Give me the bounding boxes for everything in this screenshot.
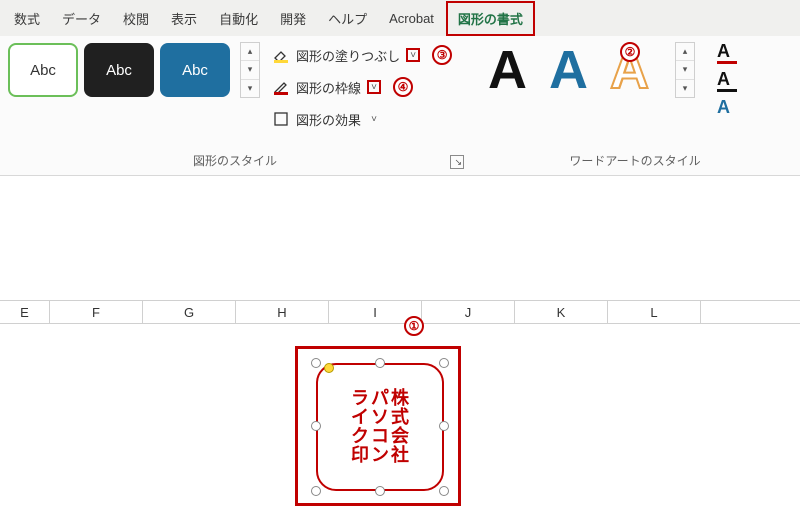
- col-header-l[interactable]: L: [608, 301, 701, 323]
- col-header-f[interactable]: F: [50, 301, 143, 323]
- resize-handle-sw[interactable]: [311, 486, 321, 496]
- wordart-style-more[interactable]: ▴ ▾ ▾: [675, 42, 695, 98]
- text-format-stack: A A A: [709, 42, 737, 120]
- tab-automate[interactable]: 自動化: [209, 3, 268, 34]
- cmd-shape-effects-label: 図形の効果: [296, 110, 361, 129]
- pencil-outline-icon: [272, 78, 290, 96]
- cmd-shape-outline[interactable]: 図形の枠線 ˅ ④: [272, 74, 452, 100]
- annotation-4: ④: [393, 77, 413, 97]
- group-wordart-styles-label: ワードアートのスタイル: [478, 148, 792, 175]
- shape-style-3[interactable]: Abc: [160, 43, 230, 97]
- ribbon: Abc Abc Abc ▴ ▾ ▾ 図形の塗りつぶし ˅ ③: [0, 36, 800, 176]
- wordart-style-2[interactable]: A: [549, 43, 588, 97]
- resize-handle-n[interactable]: [375, 358, 385, 368]
- wordart-gallery: A A A ▴ ▾ ▾: [478, 42, 705, 98]
- col-header-h[interactable]: H: [236, 301, 329, 323]
- tab-acrobat[interactable]: Acrobat: [379, 5, 444, 32]
- hanko-col-1: 株 式 会 社: [391, 389, 409, 465]
- resize-handle-w[interactable]: [311, 421, 321, 431]
- hanko-col-2: パ ソ コ ン: [371, 389, 389, 465]
- group-shape-styles: Abc Abc Abc ▴ ▾ ▾ 図形の塗りつぶし ˅ ③: [0, 36, 470, 175]
- col-header-j[interactable]: J: [422, 301, 515, 323]
- effects-icon: [272, 110, 290, 128]
- cmd-shape-fill-dropdown[interactable]: ˅: [406, 48, 420, 62]
- chevron-down-icon[interactable]: ▾: [241, 61, 259, 79]
- rotate-handle[interactable]: [324, 363, 334, 373]
- chevron-down-icon[interactable]: ▾: [676, 61, 694, 79]
- tab-help[interactable]: ヘルプ: [318, 3, 377, 34]
- wordart-style-1[interactable]: A: [488, 43, 527, 97]
- shape-format-commands: 図形の塗りつぶし ˅ ③ 図形の枠線 ˅ ④ 図形の効果: [264, 42, 452, 132]
- cmd-shape-outline-label: 図形の枠線: [296, 78, 361, 97]
- resize-handle-s[interactable]: [375, 486, 385, 496]
- column-headers: E F G H I J K L: [0, 300, 800, 324]
- cmd-shape-outline-dropdown[interactable]: ˅: [367, 80, 381, 94]
- resize-handle-nw[interactable]: [311, 358, 321, 368]
- annotation-3: ③: [432, 45, 452, 65]
- col-header-e[interactable]: E: [0, 301, 50, 323]
- cmd-shape-effects-dropdown[interactable]: ˅: [367, 112, 381, 126]
- tab-developer[interactable]: 開発: [270, 3, 316, 34]
- resize-handle-ne[interactable]: [439, 358, 449, 368]
- group-shape-styles-label: 図形のスタイル: [8, 148, 462, 175]
- selected-shape-bbox: 株 式 会 社 パ ソ コ ン ラ イ ク 印: [295, 346, 461, 506]
- col-header-k[interactable]: K: [515, 301, 608, 323]
- shape-style-1[interactable]: Abc: [8, 43, 78, 97]
- tab-view[interactable]: 表示: [161, 3, 207, 34]
- more-icon[interactable]: ▾: [676, 80, 694, 97]
- annotation-2: ②: [620, 42, 640, 62]
- annotation-1: ①: [404, 316, 424, 336]
- shape-style-more[interactable]: ▴ ▾ ▾: [240, 42, 260, 98]
- resize-handle-e[interactable]: [439, 421, 449, 431]
- paint-bucket-icon: [272, 46, 290, 64]
- text-fill-button[interactable]: A: [717, 42, 737, 64]
- chevron-up-icon[interactable]: ▴: [676, 43, 694, 61]
- ribbon-tabstrip: 数式 データ 校閲 表示 自動化 開発 ヘルプ Acrobat 図形の書式: [0, 0, 800, 36]
- tab-data[interactable]: データ: [52, 3, 111, 34]
- tab-shape-format[interactable]: 図形の書式: [446, 1, 535, 36]
- hanko-col-3: ラ イ ク 印: [351, 389, 369, 465]
- text-outline-button[interactable]: A: [717, 70, 737, 92]
- cmd-shape-effects[interactable]: 図形の効果 ˅: [272, 106, 452, 132]
- tab-review[interactable]: 校閲: [113, 3, 159, 34]
- hanko-shape[interactable]: 株 式 会 社 パ ソ コ ン ラ イ ク 印: [316, 363, 444, 491]
- group-shape-styles-launcher[interactable]: ↘: [450, 155, 464, 169]
- shape-style-2[interactable]: Abc: [84, 43, 154, 97]
- tab-formula[interactable]: 数式: [4, 3, 50, 34]
- col-header-g[interactable]: G: [143, 301, 236, 323]
- text-effects-button[interactable]: A: [717, 98, 737, 120]
- cmd-shape-fill[interactable]: 図形の塗りつぶし ˅ ③: [272, 42, 452, 68]
- chevron-up-icon[interactable]: ▴: [241, 43, 259, 61]
- shape-style-gallery: Abc Abc Abc ▴ ▾ ▾: [8, 42, 260, 98]
- more-icon[interactable]: ▾: [241, 80, 259, 97]
- resize-handle-se[interactable]: [439, 486, 449, 496]
- cmd-shape-fill-label: 図形の塗りつぶし: [296, 46, 400, 65]
- hanko-text: 株 式 会 社 パ ソ コ ン ラ イ ク 印: [351, 389, 409, 465]
